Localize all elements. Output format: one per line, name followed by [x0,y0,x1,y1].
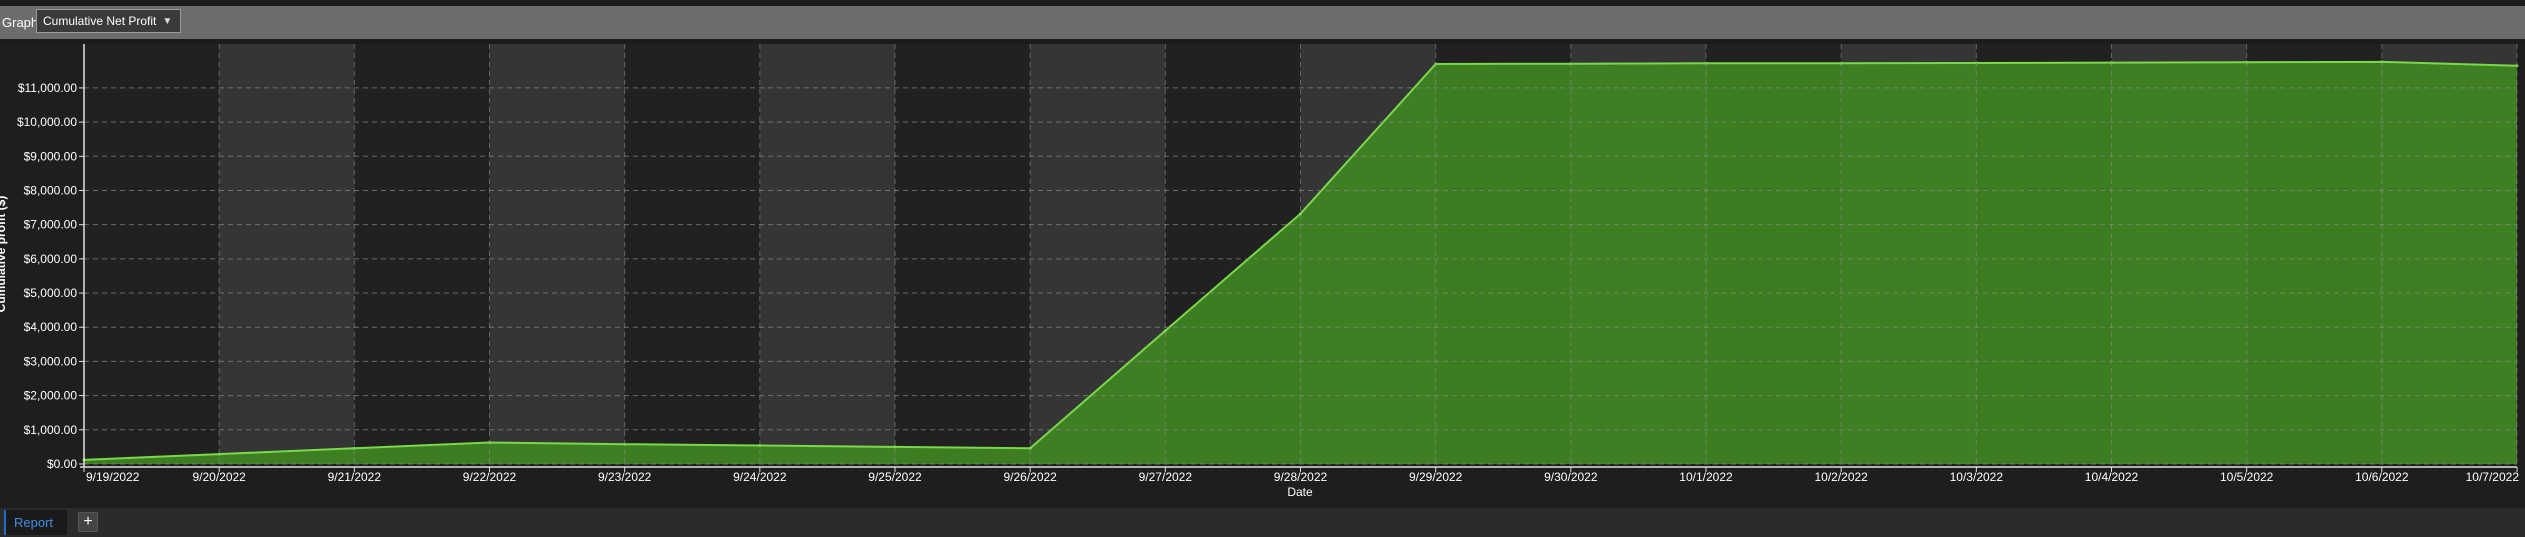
x-tick-label: 9/28/2022 [1274,470,1328,484]
toolbar-bar [0,6,2525,39]
plus-icon: + [83,513,93,530]
date-band [489,44,625,464]
tab-report[interactable]: Report [4,510,68,535]
graph-type-select[interactable]: Cumulative Net Profit ▼ [36,9,182,33]
x-tick-label: 9/24/2022 [733,470,787,484]
y-tick-label: $10,000.00 [17,115,77,129]
cumulative-profit-chart: $0.00 $1,000.00 $2,000.00 $3,000.00 $4,000.0… [0,44,2520,499]
date-band [759,44,895,464]
y-tick-label: $11,000.00 [18,81,77,95]
y-axis-label: Cumulative profit ($) [0,196,8,313]
y-tick-label: $2,000.00 [24,389,78,403]
y-tick-label: $8,000.00 [24,183,78,197]
x-tick-label: 9/19/2022 [86,470,140,484]
x-tick-label: 9/29/2022 [1409,470,1463,484]
y-tick-label: $4,000.00 [24,320,78,334]
y-tick-label: $3,000.00 [24,354,78,368]
x-tick-label: 10/5/2022 [2220,470,2274,484]
x-tick-label: 9/26/2022 [1003,470,1057,484]
tab-report-label: Report [14,515,54,530]
graph-label: Graph [2,15,39,30]
chevron-down-icon: ▼ [162,15,173,27]
x-tick-label: 10/7/2022 [2466,470,2520,484]
add-tab-button[interactable]: + [78,512,98,532]
x-tick-label: 10/2/2022 [1814,470,1868,484]
x-tick-label: 10/6/2022 [2355,470,2409,484]
y-tick-label: $0.00 [47,457,77,471]
x-tick-label: 10/3/2022 [1950,470,2004,484]
data-point [1163,329,1167,333]
x-tick-label: 10/1/2022 [1679,470,1733,484]
x-tick-label: 9/22/2022 [463,470,517,484]
x-tick-label: 10/4/2022 [2085,470,2139,484]
y-tick-label: $7,000.00 [24,218,78,232]
y-tick-label: $1,000.00 [24,423,78,437]
graph-select-value: Cumulative Net Profit [43,14,157,28]
x-tick-label: 9/20/2022 [192,470,246,484]
x-axis-label: Date [1287,485,1313,499]
bottom-tab-bar: Report + [0,508,2525,537]
toolbar: Graph Cumulative Net Profit ▼ [0,0,2525,44]
data-point [893,445,897,449]
y-tick-label: $6,000.00 [24,252,78,266]
x-tick-label: 9/27/2022 [1139,470,1193,484]
y-tick-label: $5,000.00 [24,286,78,300]
data-point [1299,212,1302,216]
y-tick-label: $9,000.00 [24,149,78,163]
x-tick-label: 9/30/2022 [1544,470,1598,484]
x-tick-label: 9/25/2022 [868,470,922,484]
x-tick-label: 9/23/2022 [598,470,652,484]
date-band [219,44,355,464]
x-tick-label: 9/21/2022 [328,470,382,484]
